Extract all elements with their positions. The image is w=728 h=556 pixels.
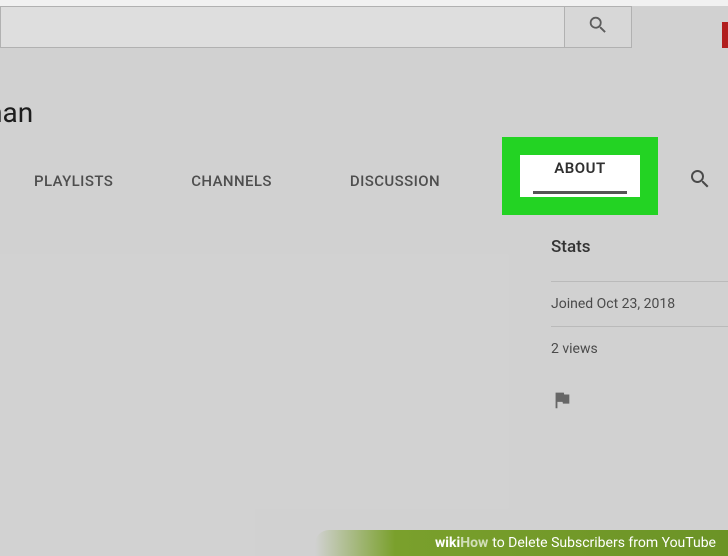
tab-playlists[interactable]: PLAYLISTS xyxy=(18,153,129,209)
attribution-footer: wikiHow to Delete Subscribers from YouTu… xyxy=(0,528,728,556)
tabs-search-button[interactable] xyxy=(688,167,712,195)
stats-joined: Joined Oct 23, 2018 xyxy=(551,281,728,326)
channel-title: oman xyxy=(0,96,728,129)
footer-brand-how: How xyxy=(460,535,488,551)
search-input[interactable] xyxy=(0,6,564,48)
about-main-area xyxy=(0,237,551,415)
search-bar xyxy=(0,6,728,48)
stats-heading: Stats xyxy=(551,237,728,257)
search-icon xyxy=(587,14,609,40)
footer-title: to Delete Subscribers from YouTube xyxy=(492,535,716,551)
stats-panel: Stats Joined Oct 23, 2018 2 views xyxy=(551,237,728,415)
stats-views: 2 views xyxy=(551,326,728,371)
header-edge-accent xyxy=(722,22,728,48)
tab-channels[interactable]: CHANNELS xyxy=(175,153,288,209)
search-button[interactable] xyxy=(564,6,632,48)
search-icon xyxy=(688,167,712,195)
footer-brand-wiki: wiki xyxy=(435,535,460,551)
tab-about-label: ABOUT xyxy=(554,159,605,177)
tab-about-underline xyxy=(533,191,627,194)
highlight-box: ABOUT xyxy=(502,137,658,215)
tab-about[interactable]: ABOUT xyxy=(520,155,640,197)
channel-tabs: PLAYLISTS CHANNELS DISCUSSION ABOUT xyxy=(0,153,728,209)
flag-icon[interactable] xyxy=(551,396,573,415)
tab-discussion[interactable]: DISCUSSION xyxy=(334,153,456,209)
